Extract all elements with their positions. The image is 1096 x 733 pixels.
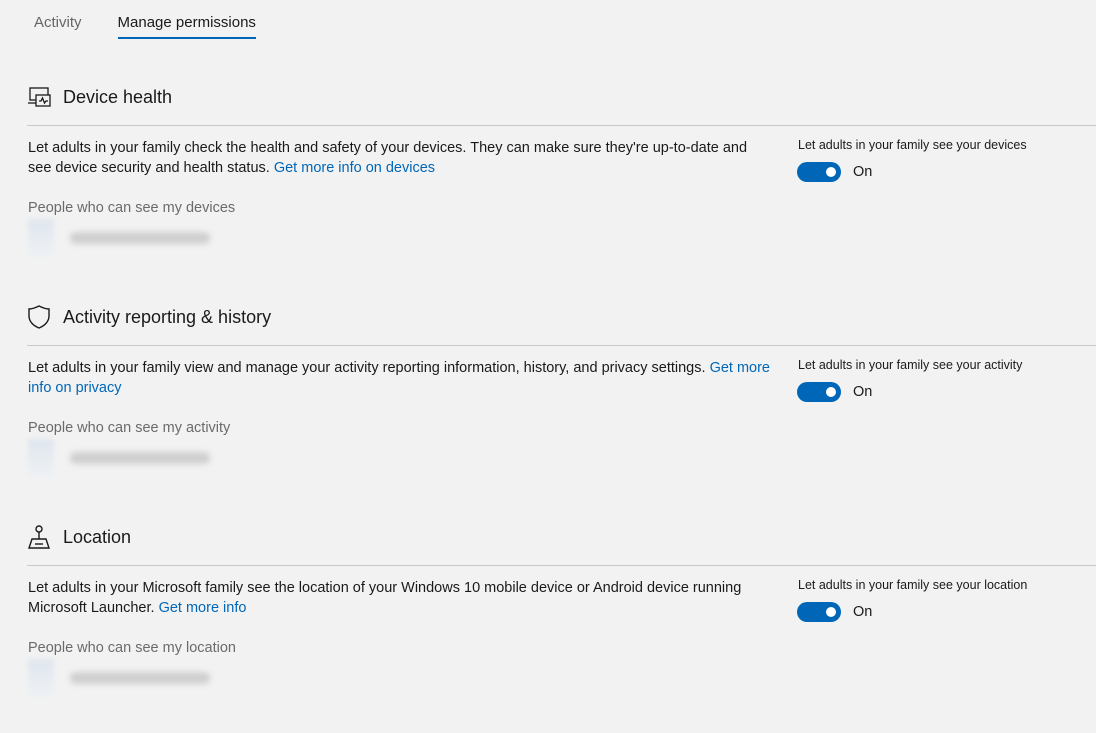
family-member: [28, 439, 210, 477]
divider: [27, 565, 1096, 566]
section-description: Let adults in your family view and manag…: [28, 358, 773, 398]
shield-icon: [27, 305, 51, 329]
blurred-member-name: [70, 232, 210, 244]
section-title: Activity reporting & history: [63, 306, 272, 327]
avatar: [28, 219, 54, 257]
section-title: Device health: [63, 86, 173, 107]
blurred-member-name: [70, 452, 210, 464]
more-info-devices-link[interactable]: Get more info on devices: [274, 160, 435, 176]
toggle-knob: [826, 607, 836, 617]
toggle-row: On: [797, 162, 872, 182]
avatar: [28, 659, 54, 697]
tab-activity[interactable]: Activity: [34, 14, 82, 39]
section-title: Location: [63, 526, 132, 547]
tab-bar: Activity Manage permissions: [34, 14, 256, 39]
tab-manage-permissions[interactable]: Manage permissions: [117, 14, 256, 39]
more-info-location-link[interactable]: Get more info: [159, 600, 247, 616]
family-member: [28, 219, 210, 257]
toggle-state: On: [853, 164, 873, 180]
section-header: Device health: [27, 82, 172, 112]
toggle-label: Let adults in your family see your locat…: [798, 578, 1028, 592]
toggle-knob: [826, 167, 836, 177]
description-text: Let adults in your family view and manag…: [28, 360, 706, 376]
toggle-row: On: [797, 382, 872, 402]
toggle-label: Let adults in your family see your devic…: [798, 138, 1027, 152]
see-activity-toggle[interactable]: [797, 382, 841, 402]
section-header: Location: [27, 522, 131, 552]
location-icon: [27, 525, 51, 549]
see-devices-toggle[interactable]: [797, 162, 841, 182]
toggle-state: On: [853, 384, 873, 400]
see-location-toggle[interactable]: [797, 602, 841, 622]
avatar: [28, 439, 54, 477]
section-description: Let adults in your Microsoft family see …: [28, 578, 773, 618]
toggle-state: On: [853, 604, 873, 620]
divider: [27, 125, 1096, 126]
device-health-icon: [27, 85, 51, 109]
blurred-member-name: [70, 672, 210, 684]
toggle-label: Let adults in your family see your activ…: [798, 358, 1023, 372]
family-member: [28, 659, 210, 697]
section-description: Let adults in your family check the heal…: [28, 138, 773, 178]
toggle-knob: [826, 387, 836, 397]
people-label: People who can see my activity: [28, 420, 231, 436]
toggle-row: On: [797, 602, 872, 622]
people-label: People who can see my devices: [28, 200, 236, 216]
section-header: Activity reporting & history: [27, 302, 271, 332]
divider: [27, 345, 1096, 346]
people-label: People who can see my location: [28, 640, 236, 656]
description-text: Let adults in your Microsoft family see …: [28, 580, 742, 616]
